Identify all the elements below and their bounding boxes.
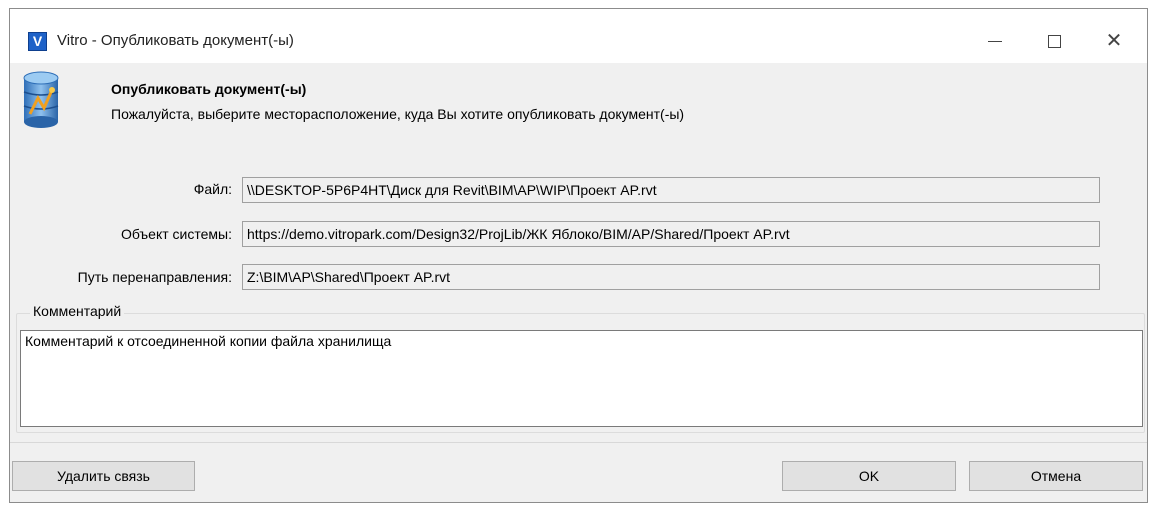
header-subtitle: Пожалуйста, выберите месторасположение, … xyxy=(111,106,685,122)
redirect-path-label: Путь перенаправления: xyxy=(77,269,232,285)
maximize-button[interactable] xyxy=(1031,23,1077,59)
maximize-icon xyxy=(1047,34,1061,48)
system-object-field[interactable]: https://demo.vitropark.com/Design32/Proj… xyxy=(242,221,1100,247)
minimize-button[interactable] xyxy=(972,23,1018,59)
title-bar[interactable]: V Vitro - Опубликовать документ(-ы) ✕ xyxy=(10,9,1147,63)
file-path-field[interactable]: \\DESKTOP-5P6P4HT\Диск для Revit\BIM\AP\… xyxy=(242,177,1100,203)
minimize-icon xyxy=(988,40,1002,42)
vitro-app-icon: V xyxy=(28,32,47,51)
publish-dialog: V Vitro - Опубликовать документ(-ы) ✕ Оп… xyxy=(9,8,1148,503)
header-title: Опубликовать документ(-ы) xyxy=(111,81,307,97)
database-publish-icon xyxy=(23,71,59,128)
comment-legend: Комментарий xyxy=(30,303,125,319)
footer-separator xyxy=(10,442,1147,443)
cancel-button[interactable]: Отмена xyxy=(969,461,1143,491)
window-title: Vitro - Опубликовать документ(-ы) xyxy=(57,32,294,49)
close-button[interactable]: ✕ xyxy=(1091,23,1137,59)
dialog-header: Опубликовать документ(-ы) Пожалуйста, вы… xyxy=(10,63,1147,158)
redirect-path-field[interactable]: Z:\BIM\AP\Shared\Проект AP.rvt xyxy=(242,264,1100,290)
file-label: Файл: xyxy=(193,181,232,197)
remove-link-button[interactable]: Удалить связь xyxy=(12,461,195,491)
close-icon: ✕ xyxy=(1105,30,1123,52)
ok-button[interactable]: OK xyxy=(782,461,956,491)
system-object-label: Объект системы: xyxy=(120,226,232,242)
comment-textarea[interactable]: Комментарий к отсоединенной копии файла … xyxy=(20,330,1143,427)
